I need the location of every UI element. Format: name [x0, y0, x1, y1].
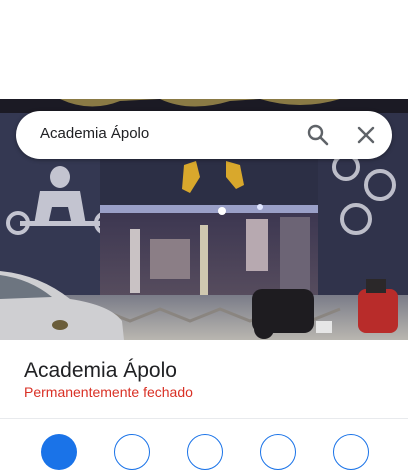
save-button[interactable] [187, 434, 223, 470]
directions-button[interactable] [41, 434, 77, 470]
search-icon [307, 124, 329, 146]
search-button[interactable] [304, 121, 332, 149]
place-info-panel: Academia Ápolo Permanentemente fechado [0, 340, 408, 470]
close-icon [357, 126, 375, 144]
start-button[interactable] [114, 434, 150, 470]
search-bar[interactable]: Academia Ápolo [16, 111, 392, 159]
share-button[interactable] [260, 434, 296, 470]
place-title: Academia Ápolo [24, 359, 177, 382]
search-query[interactable]: Academia Ápolo [40, 125, 149, 142]
close-button[interactable] [352, 121, 380, 149]
divider [0, 418, 408, 419]
place-status: Permanentemente fechado [24, 384, 193, 400]
more-button[interactable] [333, 434, 369, 470]
